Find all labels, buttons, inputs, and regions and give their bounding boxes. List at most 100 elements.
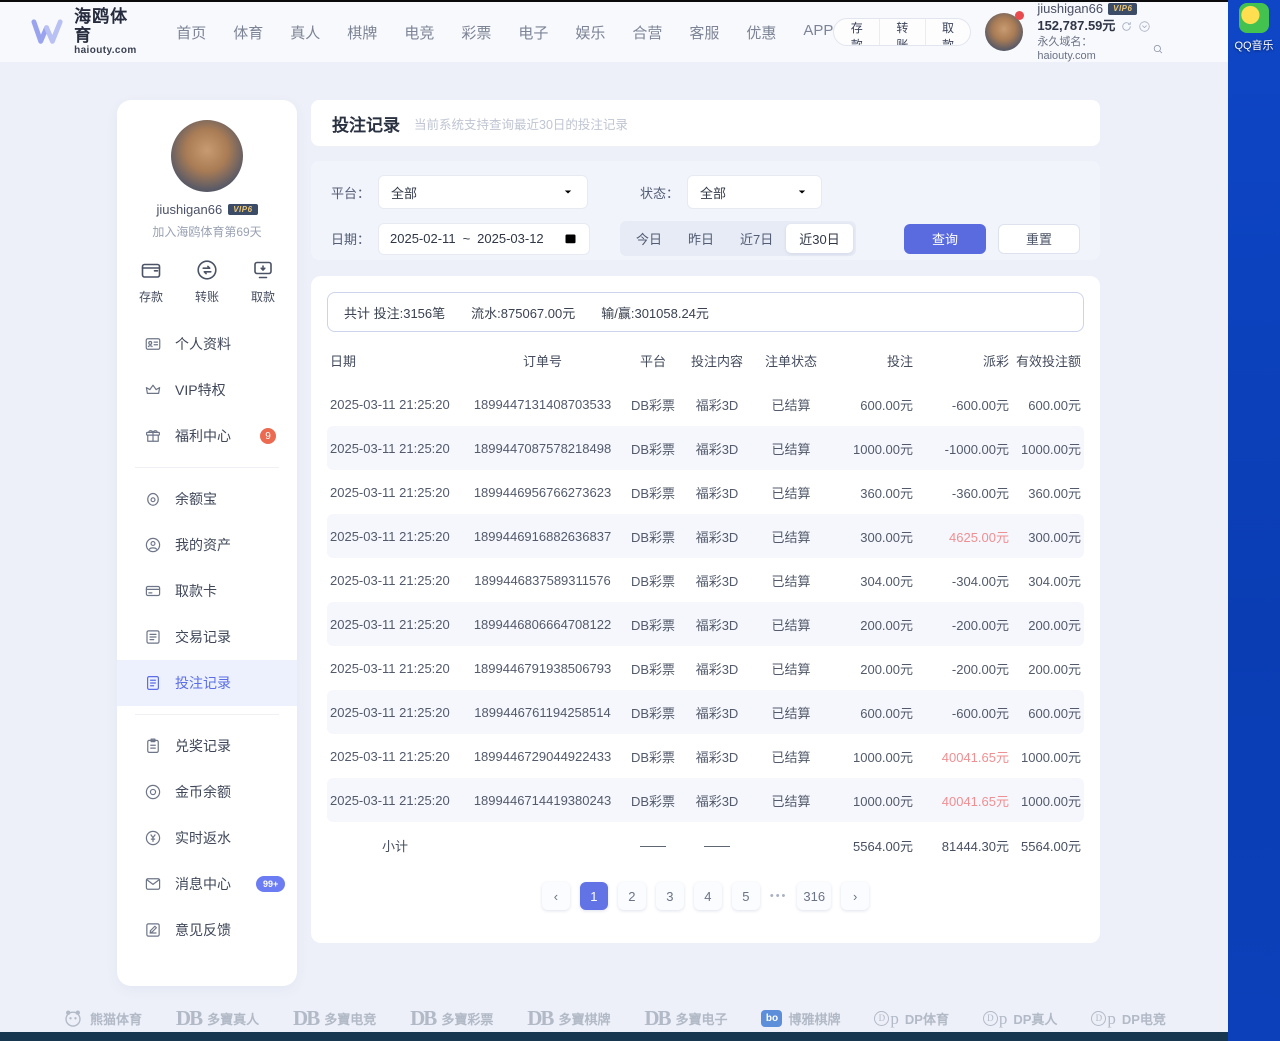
notification-badge: 9 — [260, 428, 276, 444]
partner-dp-live[interactable]: DpDP真人 — [983, 1009, 1058, 1028]
partner-name: 熊猫体育 — [90, 1009, 142, 1028]
pagination-prev-button[interactable]: ‹ — [542, 882, 570, 910]
table-row: 2025-03-11 21:25:201899447131408703533DB… — [327, 382, 1084, 426]
quick-transfer-button[interactable]: 转账 — [195, 258, 219, 305]
topbar-deposit-button[interactable]: 存款 — [834, 19, 879, 45]
sidebar-item-feedback[interactable]: 意见反馈 — [117, 907, 297, 953]
date-label: 日期： — [331, 229, 370, 248]
nav-item-app[interactable]: APP — [803, 22, 833, 43]
partner-boya-chess[interactable]: bo博雅棋牌 — [761, 1009, 840, 1028]
nav-item-lottery[interactable]: 彩票 — [461, 22, 491, 43]
qq-music-label: QQ音乐 — [1234, 37, 1273, 53]
status-select[interactable]: 全部 — [687, 175, 822, 209]
column-header: 有效投注额 — [1009, 351, 1081, 370]
pagination-page-2[interactable]: 2 — [618, 882, 646, 910]
sidebar-item-bet-records[interactable]: 投注记录 — [117, 660, 297, 706]
nav-item-chess[interactable]: 棋牌 — [347, 22, 377, 43]
range-yesterday-button[interactable]: 昨日 — [675, 224, 727, 253]
pagination-page-4[interactable]: 4 — [694, 882, 722, 910]
table-row: 2025-03-11 21:25:201899446729044922433DB… — [327, 734, 1084, 778]
column-header: 投注内容 — [681, 351, 753, 370]
table-cell: 1000.00元 — [1009, 439, 1081, 458]
table-cell: 已结算 — [753, 527, 829, 546]
nav-item-slots[interactable]: 电子 — [518, 22, 548, 43]
brand-logo-block[interactable]: 海鸥体育 haiouty.com — [30, 8, 144, 56]
filter-row-1: 平台： 全部 状态： 全部 — [331, 175, 1080, 209]
table-cell: 1000.00元 — [829, 791, 913, 810]
reset-button[interactable]: 重置 — [998, 224, 1080, 254]
topbar-withdraw-button[interactable]: 取款 — [925, 19, 971, 45]
sidebar-item-profile[interactable]: 个人资料 — [117, 321, 297, 367]
table-cell: 已结算 — [753, 439, 829, 458]
pagination-next-button[interactable]: › — [841, 882, 869, 910]
partner-db-live[interactable]: DB多寶真人 — [176, 1008, 259, 1029]
sidebar-item-assets[interactable]: 我的资产 — [117, 522, 297, 568]
panda-logo-icon — [62, 1007, 84, 1029]
nav-item-entertainment[interactable]: 娱乐 — [575, 22, 605, 43]
table-cell: 已结算 — [753, 395, 829, 414]
table-cell: 2025-03-11 21:25:20 — [330, 573, 460, 588]
partner-dp-sports[interactable]: DpDP体育 — [874, 1009, 949, 1028]
search-button[interactable]: 查询 — [904, 224, 986, 254]
table-cell: DB彩票 — [625, 747, 681, 766]
partner-name: DP真人 — [1013, 1009, 1057, 1028]
sidebar-item-coins[interactable]: 金币余额 — [117, 769, 297, 815]
table-cell: 2025-03-11 21:25:20 — [330, 749, 460, 764]
pagination-page-316[interactable]: 316 — [797, 882, 831, 910]
nav-item-live[interactable]: 真人 — [290, 22, 320, 43]
table-cell: 300.00元 — [1009, 527, 1081, 546]
profile-avatar[interactable] — [171, 120, 243, 192]
topbar-transfer-button[interactable]: 转账 — [879, 19, 925, 45]
subtotal-cell: 5564.00元 — [1009, 836, 1081, 855]
search-icon[interactable] — [1152, 43, 1164, 55]
partner-name: 多寶电子 — [676, 1009, 728, 1028]
nav-item-home[interactable]: 首页 — [176, 22, 206, 43]
sidebar-item-withdraw-card[interactable]: 取款卡 — [117, 568, 297, 614]
sidebar-item-welfare[interactable]: 福利中心9 — [117, 413, 297, 459]
sidebar-item-transactions[interactable]: 交易记录 — [117, 614, 297, 660]
avatar[interactable] — [985, 13, 1023, 51]
partner-name: 多寶真人 — [207, 1009, 259, 1028]
username[interactable]: jiushigan66 — [1037, 1, 1103, 18]
pagination-page-1[interactable]: 1 — [580, 882, 608, 910]
table-cell: 福彩3D — [681, 659, 753, 678]
partner-db-chess[interactable]: DB多寶棋牌 — [527, 1008, 610, 1029]
quick-deposit-button[interactable]: 存款 — [139, 258, 163, 305]
table-cell: 1000.00元 — [829, 439, 913, 458]
nav-item-service[interactable]: 客服 — [689, 22, 719, 43]
partner-db-slots[interactable]: DB多寶电子 — [644, 1008, 727, 1029]
pagination-page-3[interactable]: 3 — [656, 882, 684, 910]
table-cell: 1899447131408703533 — [460, 397, 625, 412]
refresh-balance-icon[interactable] — [1120, 20, 1133, 33]
table-cell: DB彩票 — [625, 791, 681, 810]
partner-db-esports[interactable]: DB多寶电竞 — [293, 1008, 376, 1029]
table-cell: 360.00元 — [1009, 483, 1081, 502]
sidebar-item-rebate[interactable]: 实时返水 — [117, 815, 297, 861]
partner-name: 多寶棋牌 — [558, 1009, 610, 1028]
table-cell: 360.00元 — [829, 483, 913, 502]
sidebar-item-messages[interactable]: 消息中心99+ — [117, 861, 297, 907]
sidebar-item-vip[interactable]: VIP特权 — [117, 367, 297, 413]
platform-select[interactable]: 全部 — [378, 175, 588, 209]
sidebar-item-redeem[interactable]: 兑奖记录 — [117, 723, 297, 769]
date-range-picker[interactable]: 2025-02-11 ~ 2025-03-12 — [378, 223, 590, 255]
nav-item-sports[interactable]: 体育 — [233, 22, 263, 43]
table-cell: 已结算 — [753, 791, 829, 810]
partner-db-lottery[interactable]: DB多寶彩票 — [410, 1008, 493, 1029]
pagination-page-5[interactable]: 5 — [732, 882, 760, 910]
qq-music-desktop-icon[interactable] — [1239, 3, 1269, 33]
range-today-button[interactable]: 今日 — [623, 224, 675, 253]
nav-item-promo[interactable]: 优惠 — [746, 22, 776, 43]
partner-dp-esports[interactable]: DpDP电竞 — [1091, 1009, 1166, 1028]
range-last30-button[interactable]: 近30日 — [786, 224, 852, 253]
partner-panda-sports[interactable]: 熊猫体育 — [62, 1007, 142, 1029]
chevron-down-circle-icon[interactable] — [1138, 20, 1151, 33]
nav-item-esports[interactable]: 电竞 — [404, 22, 434, 43]
sidebar-item-yuebao[interactable]: 余额宝 — [117, 476, 297, 522]
sidebar-item-label: 消息中心 — [175, 874, 231, 894]
quick-withdraw-button[interactable]: 取款 — [251, 258, 275, 305]
range-last7-button[interactable]: 近7日 — [727, 224, 786, 253]
date-to: 2025-03-12 — [477, 231, 544, 246]
nav-item-partnership[interactable]: 合营 — [632, 22, 662, 43]
filters-card: 平台： 全部 状态： 全部 日期： 2025-02-11 ~ 2025-03-1… — [311, 161, 1100, 260]
